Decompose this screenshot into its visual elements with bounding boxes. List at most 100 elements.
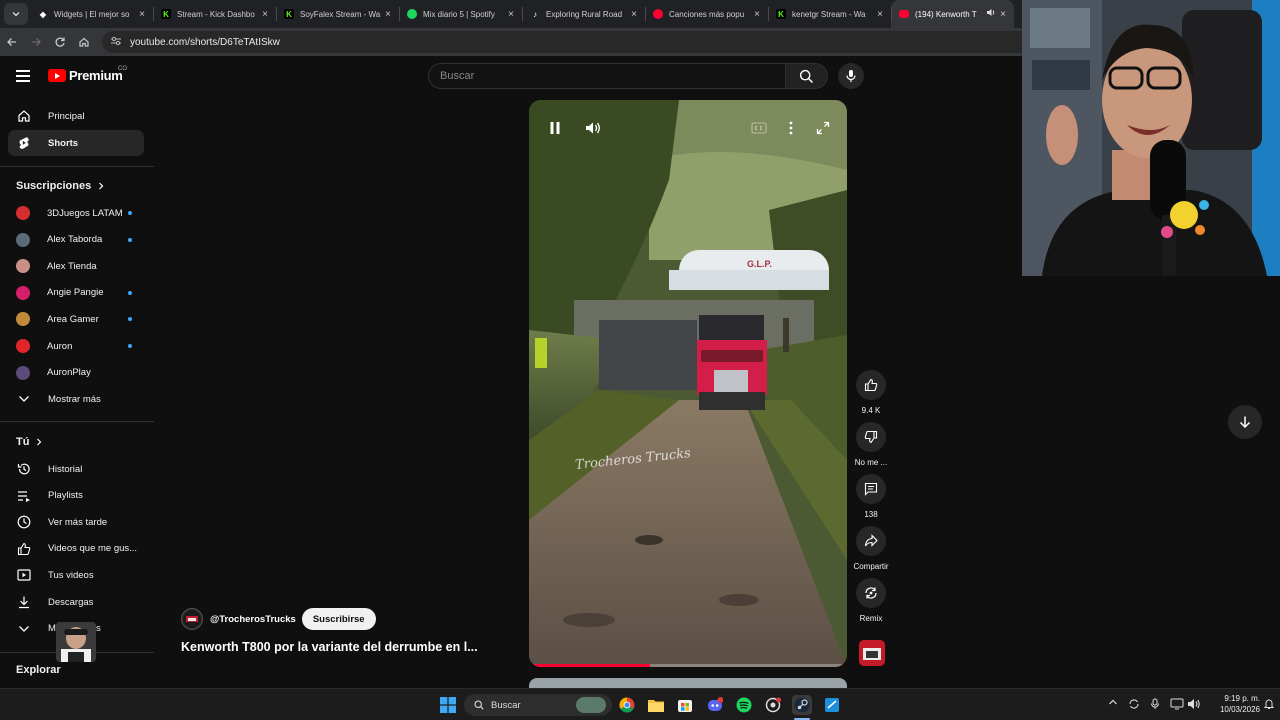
next-short-preview[interactable] <box>529 678 847 688</box>
fullscreen-button[interactable] <box>811 118 835 138</box>
subscription-item[interactable]: Area Gamer <box>8 306 144 332</box>
sidebar-item-home[interactable]: Principal <box>8 103 144 129</box>
taskbar-steam[interactable] <box>792 695 812 715</box>
forward-button[interactable] <box>24 30 48 54</box>
you-title: Tú <box>16 436 30 448</box>
volume-icon <box>586 122 600 134</box>
taskbar-search[interactable]: Buscar <box>464 694 612 716</box>
short-title[interactable]: Kenworth T800 por la variante del derrum… <box>181 640 478 654</box>
captions-button[interactable] <box>747 118 771 138</box>
tray-microphone-icon[interactable] <box>1150 698 1160 713</box>
subscription-label: Alex Tienda <box>47 260 97 272</box>
more-vertical-icon <box>789 121 793 135</box>
taskbar-discord[interactable] <box>705 695 725 715</box>
small-webcam-overlay <box>56 622 96 662</box>
subscription-item[interactable]: Angie Pangie <box>8 280 144 306</box>
share-button[interactable] <box>856 526 886 556</box>
start-button[interactable] <box>438 695 458 715</box>
reload-button[interactable] <box>48 30 72 54</box>
browser-tab[interactable]: Canciones más popu × <box>645 0 768 28</box>
taskbar-chrome[interactable] <box>617 695 637 715</box>
tray-volume-icon[interactable] <box>1187 698 1201 713</box>
sidebar-item-liked[interactable]: Videos que me gus... <box>8 536 144 562</box>
next-short-button[interactable] <box>1228 405 1262 439</box>
sidebar-item-shorts[interactable]: Shorts <box>8 130 144 156</box>
subscription-item[interactable]: Auron <box>8 333 144 359</box>
taskbar-app-2[interactable] <box>822 695 842 715</box>
search-highlight-icon <box>576 697 606 713</box>
close-tab-icon[interactable]: × <box>754 9 760 20</box>
taskbar-store[interactable] <box>675 695 695 715</box>
home-button[interactable] <box>72 30 96 54</box>
volume-button[interactable] <box>581 118 605 138</box>
subscription-item[interactable]: 3DJuegos LATAM <box>8 200 144 226</box>
remix-button[interactable] <box>856 578 886 608</box>
sidebar-item-playlists[interactable]: Playlists <box>8 483 144 509</box>
new-content-dot <box>128 290 132 295</box>
search-input[interactable]: Buscar <box>428 63 786 89</box>
back-button[interactable] <box>0 30 24 54</box>
subscribe-button[interactable]: Suscribirse <box>301 608 376 630</box>
subscription-item[interactable]: AuronPlay <box>8 360 144 386</box>
like-button[interactable] <box>856 370 886 400</box>
close-tab-icon[interactable]: × <box>385 9 391 20</box>
subscription-label: Auron <box>47 340 73 352</box>
menu-icon[interactable] <box>16 70 30 82</box>
close-tab-icon[interactable]: × <box>877 9 883 20</box>
tray-sync-icon[interactable] <box>1128 698 1140 713</box>
comment-icon <box>864 482 878 496</box>
app-icon <box>765 697 781 713</box>
sidebar-item-watch-later[interactable]: Ver más tarde <box>8 509 144 535</box>
voice-search-button[interactable] <box>838 63 864 89</box>
browser-tab[interactable]: Mix diario 5 | Spotify × <box>399 0 522 28</box>
youtube-premium-logo[interactable]: Premium <box>48 68 123 83</box>
subscription-item[interactable]: Alex Taborda <box>8 227 144 253</box>
close-tab-icon[interactable]: × <box>139 9 145 20</box>
subscription-item[interactable]: Alex Tienda <box>8 253 144 279</box>
video-progress-bar[interactable] <box>529 664 847 667</box>
channel-sound-thumbnail[interactable] <box>859 640 885 666</box>
browser-tab[interactable]: (194) Kenworth T × <box>891 0 1014 28</box>
show-more-subscriptions[interactable]: Mostrar más <box>8 386 144 412</box>
remix-action: Remix <box>852 578 890 623</box>
dislike-icon <box>864 430 878 444</box>
watch-later-icon <box>16 514 32 530</box>
taskbar-spotify[interactable] <box>734 695 754 715</box>
sidebar-item-history[interactable]: Historial <box>8 456 144 482</box>
browser-tab[interactable]: ◆ Widgets | El mejor so × <box>30 0 153 28</box>
taskbar-file-explorer[interactable] <box>646 695 666 715</box>
sidebar-item-download[interactable]: Descargas <box>8 589 144 615</box>
tab-audio-icon[interactable] <box>986 8 996 20</box>
close-tab-icon[interactable]: × <box>262 9 268 20</box>
shorts-video-player[interactable]: G.L.P. Trocheros Trucks <box>529 100 847 667</box>
tray-network-icon[interactable] <box>1170 698 1184 713</box>
action-label: No me ... <box>854 458 888 467</box>
comment-button[interactable] <box>856 474 886 504</box>
pause-button[interactable] <box>543 118 567 138</box>
close-tab-icon[interactable]: × <box>1000 9 1006 20</box>
subscriptions-heading[interactable]: Suscripciones <box>16 180 105 192</box>
subscription-label: Angie Pangie <box>47 287 104 299</box>
windows-taskbar: Buscar 9:19 p. m. 10/03/2026 <box>0 688 1280 720</box>
browser-tab[interactable]: Kkenetgr Stream - Wa × <box>768 0 891 28</box>
browser-tab[interactable]: K SoyFalex Stream - Wa × <box>276 0 399 28</box>
site-info-icon[interactable] <box>110 36 124 49</box>
you-heading[interactable]: Tú <box>16 436 43 448</box>
sidebar-item-label: Videos que me gus... <box>48 543 138 555</box>
tray-overflow-icon[interactable] <box>1108 698 1118 709</box>
search-button[interactable] <box>786 63 828 89</box>
browser-tab[interactable]: ♪ Exploring Rural Road × <box>522 0 645 28</box>
close-tab-icon[interactable]: × <box>508 9 514 20</box>
dislike-button[interactable] <box>856 422 886 452</box>
taskbar-clock[interactable]: 9:19 p. m. 10/03/2026 <box>1204 693 1260 715</box>
sidebar-item-your-videos[interactable]: Tus videos <box>8 562 144 588</box>
more-options-button[interactable] <box>779 118 803 138</box>
channel-avatar[interactable] <box>181 608 203 630</box>
channel-name[interactable]: @TrocherosTrucks <box>210 614 296 625</box>
taskbar-app[interactable] <box>763 695 783 715</box>
browser-tab[interactable]: K Stream - Kick Dashbo × <box>153 0 276 28</box>
notifications-icon[interactable] <box>1263 698 1275 713</box>
close-tab-icon[interactable]: × <box>631 9 637 20</box>
tab-search-button[interactable] <box>4 3 28 25</box>
comment-action: 138 <box>852 474 890 519</box>
